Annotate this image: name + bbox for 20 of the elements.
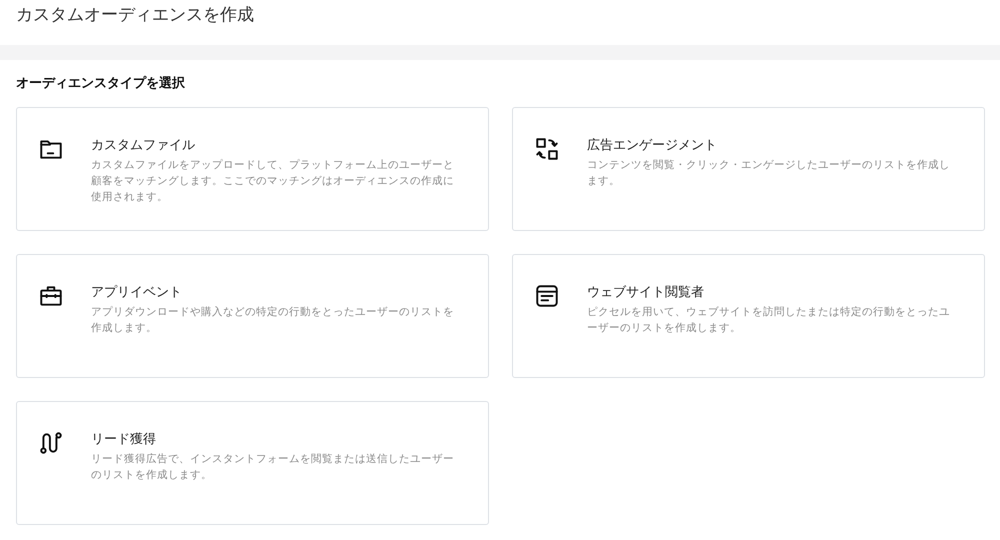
card-description: リード獲得広告で、インスタントフォームを閲覧または送信したユーザーのリストを作成します。 (91, 452, 455, 483)
audience-type-card[interactable]: アプリイベント アプリダウンロードや購入などの特定の行動をとったユーザーのリストを作成します。 (16, 254, 489, 378)
card-description: アプリダウンロードや購入などの特定の行動をとったユーザーのリストを作成します。 (91, 305, 455, 336)
browser-window-icon (534, 283, 560, 309)
audience-type-card[interactable]: ウェブサイト閲覧者 ピクセルを用いて、ウェブサイトを訪問したまたは特定の行動をとったユーザーのリストを作成します。 (512, 254, 985, 378)
card-description: カスタムファイルをアップロードして、プラットフォーム上のユーザーと顧客をマッチングします。ここでのマッチングはオーディエンスの作成に使用されます。 (91, 158, 455, 205)
audience-type-card[interactable]: リード獲得 リード獲得広告で、インスタントフォームを閲覧または送信したユーザーのリストを作成します。 (16, 401, 489, 525)
audience-type-card[interactable]: カスタムファイル カスタムファイルをアップロードして、プラットフォーム上のユーザーと顧客をマッチングします。ここでのマッチングはオーディエンスの作成に使用されます。 (16, 107, 489, 231)
card-title: 広告エンゲージメント (587, 137, 718, 155)
page-title: カスタムオーディエンスを作成 (16, 4, 255, 27)
card-title: アプリイベント (91, 284, 183, 302)
section-heading: オーディエンスタイプを選択 (16, 75, 186, 93)
card-title: リード獲得 (91, 431, 157, 449)
card-description: ピクセルを用いて、ウェブサイトを訪問したまたは特定の行動をとったユーザーのリストを作成します。 (587, 305, 951, 336)
route-icon (38, 430, 64, 456)
card-title: ウェブサイト閲覧者 (587, 284, 705, 302)
swap-squares-icon (534, 136, 560, 162)
card-description: コンテンツを閲覧・クリック・エンゲージしたユーザーのリストを作成します。 (587, 158, 951, 189)
card-title: カスタムファイル (91, 137, 196, 155)
audience-type-card[interactable]: 広告エンゲージメント コンテンツを閲覧・クリック・エンゲージしたユーザーのリストを作成します。 (512, 107, 985, 231)
